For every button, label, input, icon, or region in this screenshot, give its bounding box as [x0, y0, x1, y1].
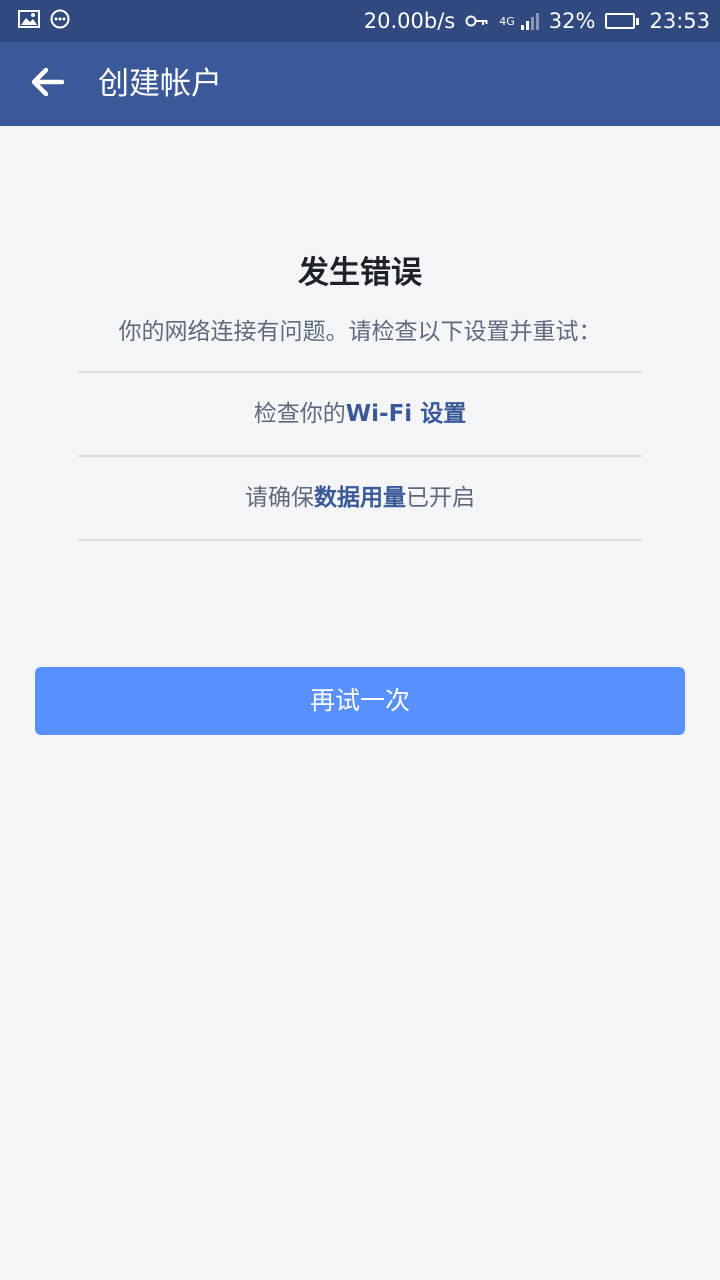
arrow-left-icon: [31, 67, 65, 101]
wifi-settings-link[interactable]: Wi-Fi 设置: [346, 401, 466, 427]
battery-percent: 32%: [548, 9, 596, 33]
clock: 23:53: [649, 9, 710, 33]
error-message: 你的网络连接有问题。请检查以下设置并重试：: [118, 319, 602, 345]
data-check-row: 请确保数据用量已开启: [78, 457, 642, 539]
network-speed: 20.00b/s: [363, 9, 456, 33]
message-icon: [50, 9, 70, 33]
error-title: 发生错误: [298, 255, 422, 291]
data-usage-link[interactable]: 数据用量: [314, 485, 406, 511]
vpn-key-icon: [465, 9, 489, 33]
back-button[interactable]: [22, 59, 74, 109]
wifi-check-prefix: 检查你的: [253, 401, 346, 427]
status-bar: 20.00b/s 4G 32% 23:53: [0, 0, 720, 42]
page-title: 创建帐户: [98, 66, 222, 102]
wifi-check-row: 检查你的Wi-Fi 设置: [78, 373, 642, 455]
data-check-suffix: 已开启: [406, 485, 475, 511]
data-check-prefix: 请确保: [245, 485, 314, 511]
divider: [78, 539, 642, 541]
status-bar-right: 20.00b/s 4G 32% 23:53: [364, 0, 710, 42]
network-type: 4G: [499, 14, 515, 28]
image-icon: [18, 10, 40, 32]
battery-icon: [605, 13, 640, 29]
signal-icon: [520, 12, 539, 30]
retry-button[interactable]: 再试一次: [35, 667, 685, 735]
status-bar-left: [18, 0, 70, 42]
app-bar: 创建帐户: [0, 42, 720, 126]
